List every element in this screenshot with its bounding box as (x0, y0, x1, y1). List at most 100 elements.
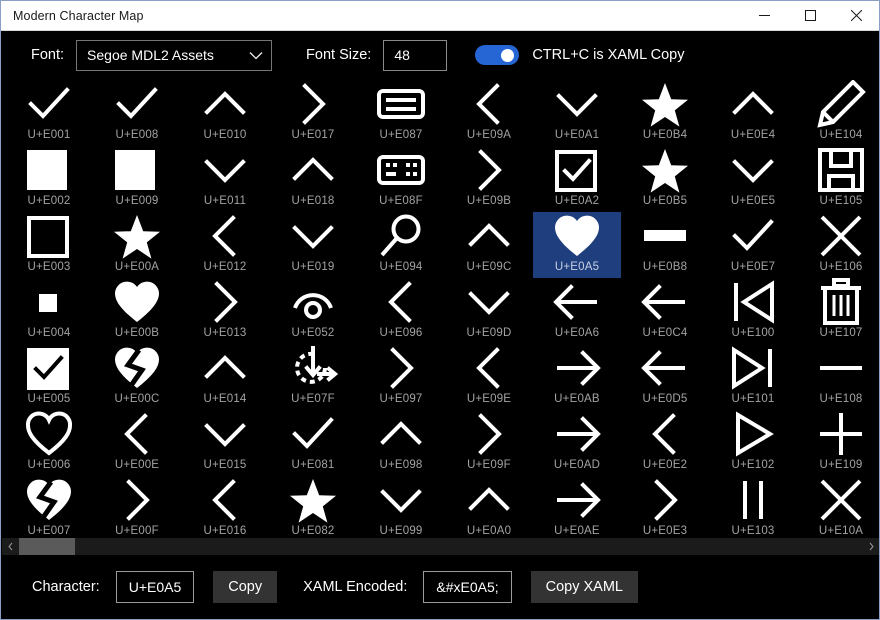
character-cell[interactable]: U+E102 (709, 410, 797, 476)
character-cell[interactable]: U+E10A (797, 476, 879, 542)
xaml-encoded-field[interactable]: &#xE0A5; (423, 570, 512, 603)
character-code-label: U+E006 (27, 459, 71, 471)
character-cell[interactable]: U+E00A (93, 212, 181, 278)
character-cell[interactable]: U+E006 (5, 410, 93, 476)
chevron-right-icon (111, 476, 163, 524)
character-code-label: U+E003 (27, 261, 71, 273)
character-code-label: U+E0A1 (554, 129, 600, 141)
xaml-copy-toggle[interactable] (475, 45, 520, 65)
character-code-label: U+E014 (203, 393, 247, 405)
character-cell[interactable]: U+E015 (181, 410, 269, 476)
character-cell[interactable]: U+E09A (445, 80, 533, 146)
font-size-input[interactable]: 48 (383, 39, 448, 71)
character-cell[interactable]: U+E00F (93, 476, 181, 542)
character-cell[interactable]: U+E097 (357, 344, 445, 410)
character-cell[interactable]: U+E082 (269, 476, 357, 542)
character-cell[interactable]: U+E0AE (533, 476, 621, 542)
close-button[interactable] (833, 1, 879, 31)
character-cell[interactable]: U+E00C (93, 344, 181, 410)
character-cell[interactable]: U+E010 (181, 80, 269, 146)
character-cell[interactable]: U+E100 (709, 278, 797, 344)
minimize-button[interactable] (741, 1, 787, 31)
character-cell[interactable]: U+E09E (445, 344, 533, 410)
scroll-right-button[interactable] (863, 538, 879, 555)
character-cell[interactable]: U+E007 (5, 476, 93, 542)
character-cell[interactable]: U+E0D5 (621, 344, 709, 410)
character-cell[interactable]: U+E103 (709, 476, 797, 542)
maximize-button[interactable] (787, 1, 833, 31)
character-cell[interactable]: U+E081 (269, 410, 357, 476)
character-cell[interactable]: U+E09C (445, 212, 533, 278)
copy-button[interactable]: Copy (213, 570, 278, 603)
character-cell[interactable]: U+E016 (181, 476, 269, 542)
character-cell[interactable]: U+E098 (357, 410, 445, 476)
character-cell[interactable]: U+E0E2 (621, 410, 709, 476)
character-cell[interactable]: U+E0E3 (621, 476, 709, 542)
character-cell[interactable]: U+E0A2 (533, 146, 621, 212)
character-cell[interactable]: U+E094 (357, 212, 445, 278)
character-cell[interactable]: U+E0A1 (533, 80, 621, 146)
character-cell[interactable]: U+E105 (797, 146, 879, 212)
character-cell[interactable]: U+E017 (269, 80, 357, 146)
character-cell[interactable]: U+E108 (797, 344, 879, 410)
character-cell[interactable]: U+E09B (445, 146, 533, 212)
character-cell[interactable]: U+E009 (93, 146, 181, 212)
font-select[interactable]: Segoe MDL2 Assets (76, 39, 273, 71)
character-cell[interactable]: U+E087 (357, 80, 445, 146)
character-cell[interactable]: U+E096 (357, 278, 445, 344)
chevron-right-icon (463, 146, 515, 194)
character-code-label: U+E09E (466, 393, 512, 405)
character-cell[interactable]: U+E008 (93, 80, 181, 146)
character-cell[interactable]: U+E005 (5, 344, 93, 410)
character-cell[interactable]: U+E107 (797, 278, 879, 344)
character-cell[interactable]: U+E014 (181, 344, 269, 410)
chevron-right-icon (869, 542, 874, 551)
character-cell[interactable]: U+E018 (269, 146, 357, 212)
character-cell[interactable]: U+E003 (5, 212, 93, 278)
character-cell[interactable]: U+E09F (445, 410, 533, 476)
character-cell[interactable]: U+E0C4 (621, 278, 709, 344)
character-cell[interactable]: U+E0AD (533, 410, 621, 476)
character-cell[interactable]: U+E011 (181, 146, 269, 212)
square-filled-icon (111, 146, 163, 194)
character-cell[interactable]: U+E001 (5, 80, 93, 146)
character-cell[interactable]: U+E09D (445, 278, 533, 344)
character-cell[interactable]: U+E0A6 (533, 278, 621, 344)
character-cell[interactable]: U+E0B4 (621, 80, 709, 146)
character-cell[interactable]: U+E00B (93, 278, 181, 344)
character-cell[interactable]: U+E0E7 (709, 212, 797, 278)
character-cell[interactable]: U+E07F (269, 344, 357, 410)
character-cell[interactable]: U+E0B8 (621, 212, 709, 278)
character-cell[interactable]: U+E099 (357, 476, 445, 542)
character-cell[interactable]: U+E101 (709, 344, 797, 410)
character-cell[interactable]: U+E0E5 (709, 146, 797, 212)
character-code-label: U+E0A0 (466, 525, 512, 537)
scrollbar-track[interactable] (19, 538, 863, 555)
scrollbar-thumb[interactable] (19, 538, 75, 555)
character-cell[interactable]: U+E019 (269, 212, 357, 278)
character-cell[interactable]: U+E106 (797, 212, 879, 278)
character-cell[interactable]: U+E004 (5, 278, 93, 344)
character-cell[interactable]: U+E0A0 (445, 476, 533, 542)
character-cell[interactable]: U+E052 (269, 278, 357, 344)
scroll-left-button[interactable] (2, 538, 19, 555)
character-cell[interactable]: U+E109 (797, 410, 879, 476)
character-value-field[interactable]: U+E0A5 (115, 570, 195, 603)
character-cell[interactable]: U+E0AB (533, 344, 621, 410)
character-cell[interactable]: U+E0B5 (621, 146, 709, 212)
heart-broken-icon (23, 476, 75, 524)
character-cell[interactable]: U+E0A5 (533, 212, 621, 278)
character-cell[interactable]: U+E08F (357, 146, 445, 212)
checkbox-filled-checked-icon (23, 344, 75, 392)
character-cell[interactable]: U+E104 (797, 80, 879, 146)
horizontal-scrollbar[interactable] (2, 538, 879, 555)
character-code-label: U+E102 (731, 459, 775, 471)
character-cell[interactable]: U+E013 (181, 278, 269, 344)
character-cell[interactable]: U+E012 (181, 212, 269, 278)
character-cell[interactable]: U+E00E (93, 410, 181, 476)
copy-xaml-button[interactable]: Copy XAML (530, 570, 638, 603)
xaml-encoded-label: XAML Encoded: (303, 578, 408, 595)
character-cell[interactable]: U+E002 (5, 146, 93, 212)
character-code-label: U+E009 (115, 195, 159, 207)
character-cell[interactable]: U+E0E4 (709, 80, 797, 146)
